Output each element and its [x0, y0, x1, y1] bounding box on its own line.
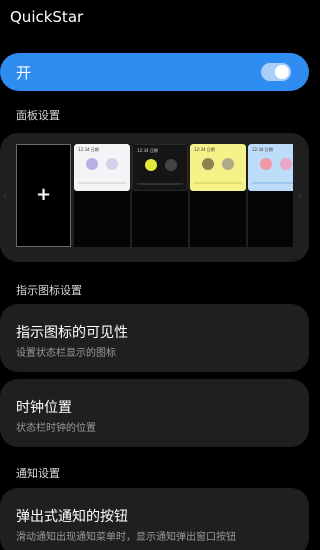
setting-clock-position[interactable]: 时钟位置 状态栏时钟的位置	[0, 379, 309, 447]
thumbnail-preview: 12:34 日期	[132, 144, 188, 191]
section-header-indicator: 指示图标设置	[16, 284, 82, 297]
setting-subtitle: 状态栏时钟的位置	[16, 423, 96, 434]
panel-thumbnail-white[interactable]: 12:34 日期	[74, 144, 130, 247]
preview-toggle-icon	[106, 158, 118, 170]
toggle-knob	[275, 65, 289, 79]
thumbnail-preview: 12:34 日期	[190, 144, 246, 191]
plus-icon: +	[35, 184, 52, 205]
preview-time: 12:34 日期	[137, 148, 158, 153]
master-switch-row[interactable]: 开	[0, 53, 309, 91]
preview-toggle-icon	[222, 158, 234, 170]
thumbnail-preview: 12:34 日期	[74, 144, 130, 191]
master-switch-label: 开	[16, 64, 32, 82]
panel-thumbnail-yellow[interactable]: 12:34 日期	[190, 144, 246, 247]
master-toggle[interactable]	[261, 63, 291, 81]
preview-toggle-icon	[260, 158, 272, 170]
app-title: QuickStar	[10, 8, 84, 26]
setting-title: 指示图标的可见性	[16, 325, 128, 341]
panel-thumbnail-blue[interactable]: 12:34 日期	[248, 144, 293, 247]
preview-toggle-icon	[280, 158, 292, 170]
preview-toggle-icon	[145, 159, 157, 171]
thumbnail-preview: 12:34 日期	[248, 144, 293, 191]
panel-carousel: ‹ + 12:34 日期 12:34 日期 12:34 日期 12:34 日期	[0, 133, 309, 262]
preview-toggle-icon	[165, 159, 177, 171]
chevron-left-icon[interactable]: ‹	[3, 188, 8, 202]
setting-title: 时钟位置	[16, 400, 72, 416]
section-header-panel: 面板设置	[16, 109, 60, 122]
preview-time: 12:34 日期	[78, 147, 99, 152]
setting-subtitle: 滑动通知出现通知菜单时，显示通知弹出窗口按钮	[16, 532, 236, 543]
setting-popup-notification-button[interactable]: 弹出式通知的按钮 滑动通知出现通知菜单时，显示通知弹出窗口按钮	[0, 488, 309, 550]
setting-subtitle: 设置状态栏显示的图标	[16, 348, 116, 359]
section-header-notification: 通知设置	[16, 467, 60, 480]
preview-toggle-icon	[202, 158, 214, 170]
preview-time: 12:34 日期	[194, 147, 215, 152]
preview-brightness-bar	[78, 182, 126, 184]
setting-icon-visibility[interactable]: 指示图标的可见性 设置状态栏显示的图标	[0, 304, 309, 372]
panel-thumbnail-black[interactable]: 12:34 日期	[132, 144, 188, 247]
preview-toggle-icon	[86, 158, 98, 170]
preview-brightness-bar	[137, 183, 183, 185]
add-panel-button[interactable]: +	[16, 144, 71, 247]
setting-title: 弹出式通知的按钮	[16, 509, 128, 525]
preview-time: 12:34 日期	[252, 147, 273, 152]
chevron-right-icon[interactable]: ›	[298, 188, 303, 202]
preview-brightness-bar	[252, 182, 293, 184]
preview-brightness-bar	[194, 182, 242, 184]
